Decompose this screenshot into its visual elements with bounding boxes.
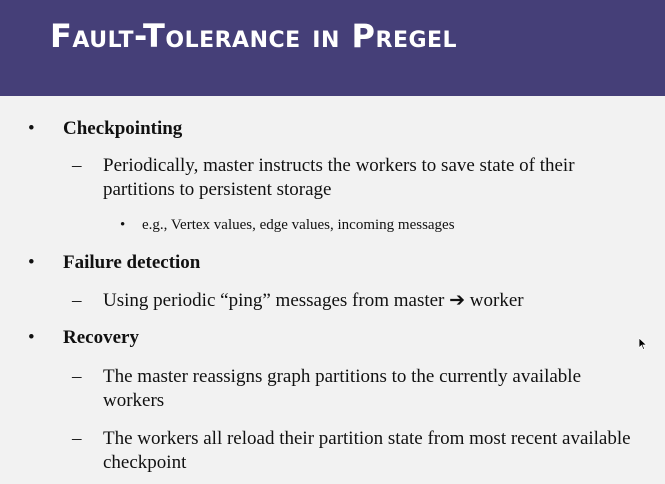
slide-body: • Checkpointing – Periodically, master ins… xyxy=(0,96,665,484)
mouse-pointer-icon xyxy=(639,338,647,350)
bullet-failure-detection: • Failure detection xyxy=(28,252,200,274)
sub-bullet-checkpointing-1: – Periodically, master instructs the work… xyxy=(72,154,643,202)
slide-title: Fault-Tolerance in Pregel xyxy=(50,17,458,55)
sub-text: Periodically, master instructs the worke… xyxy=(103,155,575,200)
heading-failure-detection: Failure detection xyxy=(63,252,201,273)
title-bar: Fault-Tolerance in Pregel xyxy=(0,0,665,96)
sub-text: Using periodic “ping” messages from mast… xyxy=(103,290,524,311)
sub-bullet-recovery-2: – The workers all reload their partition … xyxy=(72,427,643,475)
heading-recovery: Recovery xyxy=(63,327,139,348)
bullet-marker: • xyxy=(28,118,35,139)
dash-marker: – xyxy=(72,155,82,176)
sub-bullet-recovery-1: – The master reassigns graph partitions t… xyxy=(72,365,643,413)
bullet-marker: • xyxy=(28,327,35,348)
heading-checkpointing: Checkpointing xyxy=(63,118,183,139)
dot-marker: • xyxy=(120,217,126,233)
sub-text: The master reassigns graph partitions to… xyxy=(103,366,582,411)
sub-text: The workers all reload their partition s… xyxy=(103,428,631,473)
sub-bullet-failure-1: – Using periodic “ping” messages from mas… xyxy=(72,289,643,313)
bullet-recovery: • Recovery xyxy=(28,327,139,349)
dash-marker: – xyxy=(72,290,82,311)
bullet-checkpointing: • Checkpointing xyxy=(28,118,182,140)
sub-sub-text: e.g., Vertex values, edge values, incomi… xyxy=(142,217,455,233)
dash-marker: – xyxy=(72,428,82,449)
dash-marker: – xyxy=(72,366,82,387)
sub-sub-bullet-checkpointing: • e.g., Vertex values, edge values, incom… xyxy=(120,217,455,234)
bullet-marker: • xyxy=(28,252,35,273)
